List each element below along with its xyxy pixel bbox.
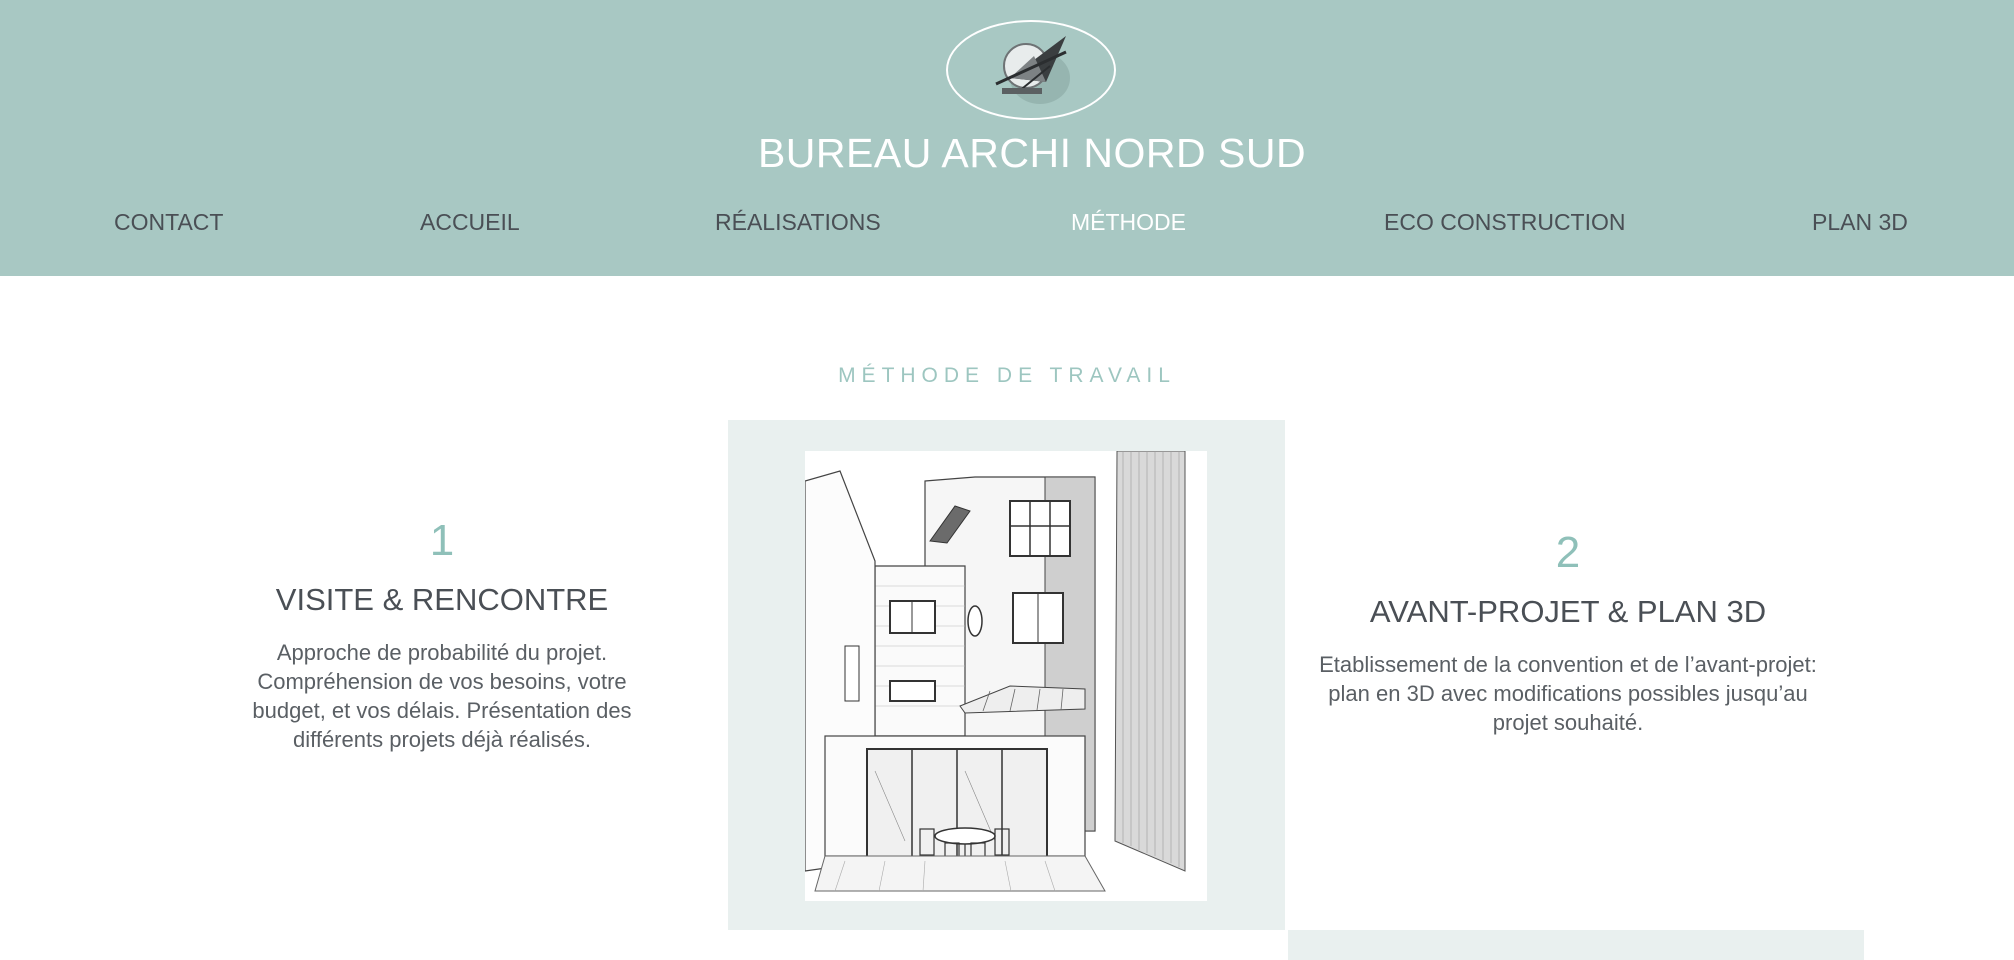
step-number: 1 (429, 516, 455, 565)
house-sketch-image (805, 451, 1207, 901)
nav-item-methode[interactable]: MÉTHODE (1071, 209, 1186, 236)
nav-item-accueil[interactable]: ACCUEIL (420, 209, 520, 236)
site-header: BUREAU ARCHI NORD SUD CONTACT ACCUEIL RÉ… (0, 0, 2014, 276)
nav-item-contact[interactable]: CONTACT (114, 209, 223, 236)
step-card-2: 2 AVANT-PROJET & PLAN 3D Etablissement d… (1312, 528, 1824, 737)
nav-item-eco-construction[interactable]: ECO CONSTRUCTION (1384, 209, 1626, 236)
next-panel-edge (1288, 930, 1864, 960)
step-title: AVANT-PROJET & PLAN 3D (1369, 594, 1767, 629)
step-title: VISITE & RENCONTRE (275, 582, 609, 617)
architect-compass-logo-icon[interactable] (946, 20, 1116, 120)
nav-item-realisations[interactable]: RÉALISATIONS (715, 209, 881, 236)
step-card-1: 1 VISITE & RENCONTRE Approche de probabi… (228, 516, 656, 754)
section-title: MÉTHODE DE TRAVAIL (838, 364, 1176, 387)
step-description: Approche de probabilité du projet. Compr… (252, 640, 632, 752)
nav-item-plan-3d[interactable]: PLAN 3D (1812, 209, 1908, 236)
image-panel (728, 420, 1285, 930)
step-description: Etablissement de la convention et de l’a… (1319, 652, 1817, 735)
site-title: BUREAU ARCHI NORD SUD (757, 130, 1307, 176)
main-nav: CONTACT ACCUEIL RÉALISATIONS MÉTHODE ECO… (0, 209, 2014, 249)
step-number: 2 (1555, 528, 1581, 577)
